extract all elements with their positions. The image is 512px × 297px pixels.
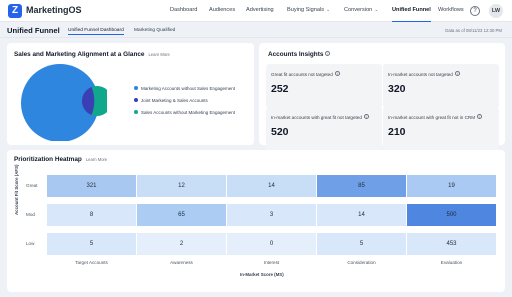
heatmap-cell[interactable]: 5 bbox=[47, 233, 136, 255]
heatmap-x-tick: Interest bbox=[263, 260, 280, 265]
heatmap-cell[interactable]: 85 bbox=[317, 175, 406, 197]
heatmap-cell[interactable]: 500 bbox=[407, 204, 496, 226]
metric-great-fit-not-targeted[interactable]: Great fit accounts not targeted i 252 bbox=[266, 64, 382, 108]
nav-unified-funnel[interactable]: Unified Funnel bbox=[392, 0, 431, 22]
heatmap-cell[interactable]: 453 bbox=[407, 233, 496, 255]
tab-unified-funnel-dashboard[interactable]: Unified Funnel Dashboard bbox=[68, 27, 124, 35]
metric-value: 210 bbox=[388, 126, 406, 138]
legend-item-marketing-only: Marketing Accounts without Sales Engagem… bbox=[134, 86, 235, 91]
heatmap-x-tick: Awareness bbox=[170, 260, 193, 265]
heatmap-learn-more-link[interactable]: Learn More bbox=[86, 157, 107, 162]
accounts-insights-card: Accounts Insights i Great fit accounts no… bbox=[259, 43, 505, 151]
nav-workflows[interactable]: Workflows bbox=[438, 0, 464, 22]
heatmap-y-tick-great: Great bbox=[26, 183, 38, 188]
page-title: Unified Funnel bbox=[7, 26, 60, 35]
info-icon[interactable]: i bbox=[477, 114, 483, 119]
heatmap-x-axis-label: In-Market Score (MS) bbox=[240, 272, 284, 277]
top-navigation-bar: Z MarketingOS Dashboard Audiences Advert… bbox=[0, 0, 512, 22]
chevron-down-icon: ⌄ bbox=[326, 7, 331, 13]
heatmap-cell[interactable]: 12 bbox=[137, 175, 226, 197]
heatmap-cell[interactable]: 3 bbox=[227, 204, 316, 226]
header-divider bbox=[0, 37, 512, 38]
heatmap-x-tick: Target Accounts bbox=[75, 260, 108, 265]
heatmap-title: Prioritization Heatmap Learn More bbox=[14, 156, 108, 163]
metric-in-market-not-targeted[interactable]: In-market accounts not targeted i 320 bbox=[383, 64, 499, 108]
heatmap-x-tick: Consideration bbox=[347, 260, 376, 265]
nav-audiences[interactable]: Audiences bbox=[209, 0, 235, 22]
heatmap-cell[interactable]: 14 bbox=[227, 175, 316, 197]
heatmap-cell[interactable]: 14 bbox=[317, 204, 406, 226]
alignment-card-title: Sales and Marketing Alignment at a Glanc… bbox=[14, 51, 170, 58]
nav-buying-signals[interactable]: Buying Signals ⌄ bbox=[287, 0, 330, 22]
user-avatar[interactable]: LW bbox=[489, 4, 503, 18]
metric-in-market-great-fit-not-targeted[interactable]: In-market accounts with great fit not ta… bbox=[266, 107, 382, 151]
nav-advertising[interactable]: Advertising bbox=[246, 0, 274, 22]
info-icon[interactable]: i bbox=[454, 71, 460, 76]
heatmap-cell[interactable]: 65 bbox=[137, 204, 226, 226]
legend-dot bbox=[134, 98, 138, 102]
legend-dot bbox=[134, 86, 138, 90]
info-icon[interactable]: i bbox=[334, 71, 340, 76]
metric-value: 520 bbox=[271, 126, 289, 138]
info-icon[interactable]: i bbox=[325, 51, 331, 56]
heatmap-cell[interactable]: 5 bbox=[317, 233, 406, 255]
metric-label: In-market account with great fit not in … bbox=[388, 114, 483, 120]
metric-value: 252 bbox=[271, 83, 289, 95]
brand-name[interactable]: MarketingOS bbox=[26, 5, 82, 15]
heatmap-x-tick: Evaluation bbox=[440, 260, 463, 265]
metric-in-market-great-fit-not-in-crm[interactable]: In-market account with great fit not in … bbox=[383, 107, 499, 151]
nav-dashboard[interactable]: Dashboard bbox=[170, 0, 197, 22]
nav-conversion[interactable]: Conversion ⌄ bbox=[344, 0, 379, 22]
alignment-card: Sales and Marketing Alignment at a Glanc… bbox=[7, 43, 254, 145]
venn-diagram bbox=[21, 64, 107, 141]
heatmap-y-axis-label: Account Fit Score (AFS) bbox=[14, 164, 19, 216]
legend-item-joint: Joint Marketing & Sales Accounts bbox=[134, 98, 208, 103]
app-logo-icon[interactable]: Z bbox=[8, 4, 22, 18]
heatmap-cell[interactable]: 2 bbox=[137, 233, 226, 255]
heatmap-cell[interactable]: 0 bbox=[227, 233, 316, 255]
chevron-down-icon: ⌄ bbox=[374, 7, 379, 13]
metric-value: 320 bbox=[388, 83, 406, 95]
heatmap-y-tick-low: Low bbox=[26, 241, 35, 246]
legend-dot bbox=[134, 110, 138, 114]
heatmap-y-tick-mod: Mod bbox=[26, 212, 35, 217]
heatmap-cell[interactable]: 8 bbox=[47, 204, 136, 226]
heatmap-cell[interactable]: 19 bbox=[407, 175, 496, 197]
alignment-learn-more-link[interactable]: Learn More bbox=[148, 52, 169, 57]
metric-label: Great fit accounts not targeted i bbox=[271, 71, 340, 77]
help-icon[interactable]: ? bbox=[470, 6, 480, 16]
data-timestamp: Data as of 08/11/23 12:30 PM bbox=[445, 28, 502, 33]
accounts-insights-title: Accounts Insights i bbox=[268, 51, 331, 58]
legend-item-sales-only: Sales Accounts without Marketing Engagem… bbox=[134, 110, 235, 115]
heatmap-cell[interactable]: 321 bbox=[47, 175, 136, 197]
metric-label: In-market accounts not targeted i bbox=[388, 71, 460, 77]
info-icon[interactable]: i bbox=[363, 114, 369, 119]
metric-label: In-market accounts with great fit not ta… bbox=[271, 114, 369, 120]
tab-marketing-qualified[interactable]: Marketing Qualified bbox=[134, 27, 175, 34]
